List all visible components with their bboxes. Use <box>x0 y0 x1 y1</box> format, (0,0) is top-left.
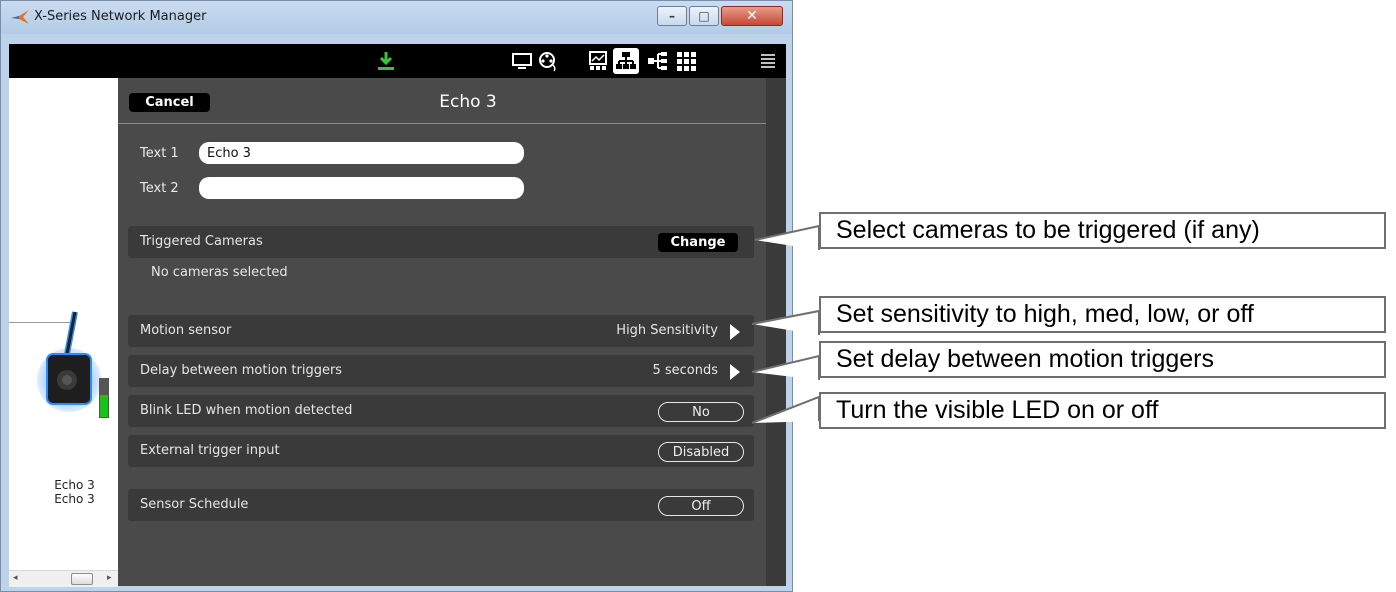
chevron-right-icon[interactable] <box>730 324 740 340</box>
blink-led-row: Blink LED when motion detected No <box>128 395 754 427</box>
triggered-cameras-label: Triggered Cameras <box>140 234 263 249</box>
triggered-cameras-row: Triggered Cameras Change <box>128 226 754 258</box>
delay-value: 5 seconds <box>652 363 718 378</box>
motion-sensor-label: Motion sensor <box>140 323 232 338</box>
grid-icon[interactable] <box>673 48 699 74</box>
toolbar <box>9 44 786 78</box>
text2-input[interactable] <box>199 177 524 199</box>
external-trigger-row: External trigger input Disabled <box>128 435 754 467</box>
maximize-icon: □ <box>698 9 710 23</box>
sensor-schedule-row: Sensor Schedule Off <box>128 489 754 521</box>
text1-label: Text 1 <box>140 146 179 161</box>
callout-led-text: Turn the visible LED on or off <box>836 396 1159 424</box>
scroll-right-icon[interactable]: ▸ <box>107 573 112 583</box>
callout-cameras-text: Select cameras to be triggered (if any) <box>836 216 1260 244</box>
callout-delay-text: Set delay between motion triggers <box>836 345 1214 373</box>
external-trigger-label: External trigger input <box>140 443 280 458</box>
device-name-label: Echo 3 <box>54 478 95 492</box>
delay-row[interactable]: Delay between motion triggers 5 seconds <box>128 355 754 387</box>
scroll-left-icon[interactable]: ◂ <box>13 573 18 583</box>
motion-sensor-value: High Sensitivity <box>616 323 718 338</box>
close-icon: ✕ <box>746 8 758 24</box>
callout-delay: Set delay between motion triggers <box>819 341 1386 378</box>
header-divider <box>118 123 766 124</box>
chevron-right-icon[interactable] <box>730 364 740 380</box>
sensor-device-icon <box>37 311 109 418</box>
external-trigger-toggle[interactable]: Disabled <box>658 442 744 462</box>
settings-panel: Cancel Echo 3 Text 1 Text 2 Triggered Ca… <box>118 78 766 586</box>
change-cameras-button[interactable]: Change <box>658 233 738 252</box>
device-map-pane[interactable]: Echo 3 Echo 3 ◂ ▸ <box>9 78 118 587</box>
sensor-schedule-label: Sensor Schedule <box>140 497 249 512</box>
callout-led: Turn the visible LED on or off <box>819 392 1386 429</box>
monitor-icon[interactable] <box>509 48 535 74</box>
vertical-scrollbar[interactable] <box>766 78 786 586</box>
download-icon[interactable] <box>373 48 399 74</box>
maximize-button[interactable]: □ <box>689 6 719 26</box>
blink-led-toggle[interactable]: No <box>658 402 744 422</box>
minimize-icon: – <box>669 9 675 23</box>
network-icon[interactable] <box>613 48 639 74</box>
device-name-label-2: Echo 3 <box>54 492 95 506</box>
delay-label: Delay between motion triggers <box>140 363 343 378</box>
horizontal-scrollbar[interactable]: ◂ ▸ <box>9 570 118 587</box>
sensor-schedule-toggle[interactable]: Off <box>658 496 744 516</box>
tree-icon[interactable] <box>645 48 671 74</box>
reel-icon[interactable] <box>535 48 561 74</box>
text1-input[interactable] <box>199 142 524 164</box>
chart-icon[interactable] <box>585 48 611 74</box>
page-title: Echo 3 <box>439 92 497 112</box>
app-logo-icon <box>11 10 29 24</box>
blink-led-label: Blink LED when motion detected <box>140 403 353 418</box>
title-bar[interactable]: X-Series Network Manager – □ ✕ <box>1 1 792 34</box>
callout-cameras: Select cameras to be triggered (if any) <box>819 212 1386 249</box>
scrollbar-thumb[interactable] <box>71 573 93 585</box>
app-window: X-Series Network Manager – □ ✕ Echo 3 Ec… <box>0 0 793 592</box>
close-button[interactable]: ✕ <box>721 6 783 26</box>
text2-label: Text 2 <box>140 181 179 196</box>
motion-sensor-row[interactable]: Motion sensor High Sensitivity <box>128 315 754 347</box>
device-node-echo3[interactable]: Echo 3 Echo 3 <box>37 311 112 506</box>
minimize-button[interactable]: – <box>657 6 687 26</box>
callout-sensitivity: Set sensitivity to high, med, low, or of… <box>819 296 1386 333</box>
cameras-status-text: No cameras selected <box>151 265 288 280</box>
window-title: X-Series Network Manager <box>34 9 207 24</box>
menu-icon[interactable] <box>755 48 781 74</box>
callout-sensitivity-text: Set sensitivity to high, med, low, or of… <box>836 300 1254 328</box>
cancel-button[interactable]: Cancel <box>129 93 210 112</box>
